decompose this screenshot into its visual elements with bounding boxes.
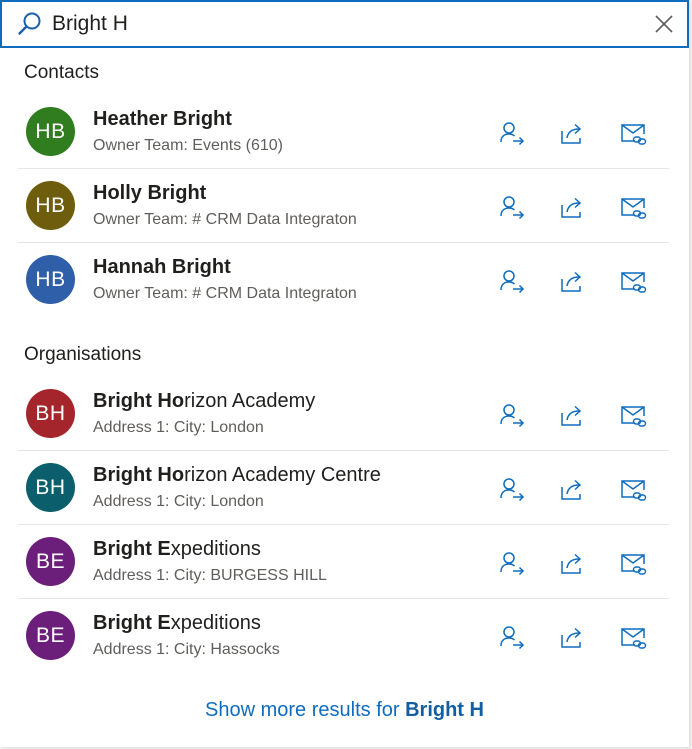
name-rest: xpeditions (170, 538, 261, 560)
name-rest: rizon Academy Centre (184, 464, 381, 486)
result-name: Bright Horizon Academy Centre (93, 464, 381, 487)
result-name: Heather Bright (93, 108, 232, 131)
organisation-row[interactable]: BE Bright Expeditions Address 1: City: BUR… (18, 525, 669, 599)
search-box (0, 0, 689, 48)
email-link-icon[interactable] (619, 623, 647, 651)
assign-icon[interactable] (498, 267, 526, 295)
name-match: Bright Ho (93, 464, 185, 486)
organisation-row[interactable]: BH Bright Horizon Academy Address 1: City:… (18, 377, 669, 451)
avatar: HB (26, 181, 75, 230)
show-more-results-link[interactable]: Show more results for Bright H (0, 699, 689, 722)
avatar: HB (26, 107, 75, 156)
assign-icon[interactable] (498, 193, 526, 221)
email-link-icon[interactable] (619, 549, 647, 577)
assign-icon[interactable] (498, 549, 526, 577)
search-results-popup: Contacts HB Heather Bright Owner Team: Eve… (0, 0, 689, 747)
email-link-icon[interactable] (619, 401, 647, 429)
result-subtitle: Address 1: City: BURGESS HILL (93, 567, 327, 584)
result-name: Holly Bright (93, 182, 206, 205)
contact-row[interactable]: HB Hannah Bright Owner Team: # CRM Data In… (18, 243, 669, 316)
result-name: Hannah Bright (93, 256, 231, 279)
result-subtitle: Address 1: City: London (93, 419, 264, 436)
share-icon[interactable] (558, 549, 586, 577)
name-match: Bright Ho (93, 390, 185, 412)
result-name: Bright Expeditions (93, 538, 261, 561)
organisations-section-title: Organisations (24, 344, 142, 365)
result-name: Bright Horizon Academy (93, 390, 315, 413)
result-subtitle: Owner Team: Events (610) (93, 137, 284, 154)
email-link-icon[interactable] (619, 119, 647, 147)
avatar: BH (26, 389, 75, 438)
name-rest: rizon Academy (184, 390, 316, 412)
result-subtitle: Address 1: City: Hassocks (93, 641, 280, 658)
name-match: Holly Bright (93, 182, 207, 204)
result-subtitle: Owner Team: # CRM Data Integraton (93, 285, 357, 302)
share-icon[interactable] (558, 401, 586, 429)
share-icon[interactable] (558, 193, 586, 221)
search-icon (17, 11, 43, 37)
search-input[interactable] (52, 8, 612, 40)
share-icon[interactable] (558, 623, 586, 651)
assign-icon[interactable] (498, 401, 526, 429)
name-match: Hannah Bright (93, 256, 231, 278)
result-name: Bright Expeditions (93, 612, 261, 635)
avatar: BH (26, 463, 75, 512)
organisation-row[interactable]: BE Bright Expeditions Address 1: City: Has… (18, 599, 669, 672)
result-subtitle: Owner Team: # CRM Data Integraton (93, 211, 357, 228)
show-more-query: Bright H (405, 699, 484, 721)
name-match: Bright E (93, 538, 171, 560)
assign-icon[interactable] (498, 119, 526, 147)
clear-search-button[interactable] (652, 12, 676, 36)
email-link-icon[interactable] (619, 267, 647, 295)
share-icon[interactable] (558, 119, 586, 147)
contact-row[interactable]: HB Heather Bright Owner Team: Events (610) (18, 95, 669, 169)
result-subtitle: Address 1: City: London (93, 493, 264, 510)
name-rest: xpeditions (170, 612, 261, 634)
avatar: BE (26, 537, 75, 586)
organisation-row[interactable]: BH Bright Horizon Academy Centre Address 1… (18, 451, 669, 525)
avatar: HB (26, 255, 75, 304)
show-more-prefix: Show more results for (205, 699, 406, 721)
assign-icon[interactable] (498, 623, 526, 651)
share-icon[interactable] (558, 267, 586, 295)
assign-icon[interactable] (498, 475, 526, 503)
email-link-icon[interactable] (619, 193, 647, 221)
contact-row[interactable]: HB Holly Bright Owner Team: # CRM Data Int… (18, 169, 669, 243)
name-match: Bright E (93, 612, 171, 634)
avatar: BE (26, 611, 75, 660)
name-match: Heather Bright (93, 108, 232, 130)
contacts-section-title: Contacts (24, 62, 99, 83)
email-link-icon[interactable] (619, 475, 647, 503)
share-icon[interactable] (558, 475, 586, 503)
